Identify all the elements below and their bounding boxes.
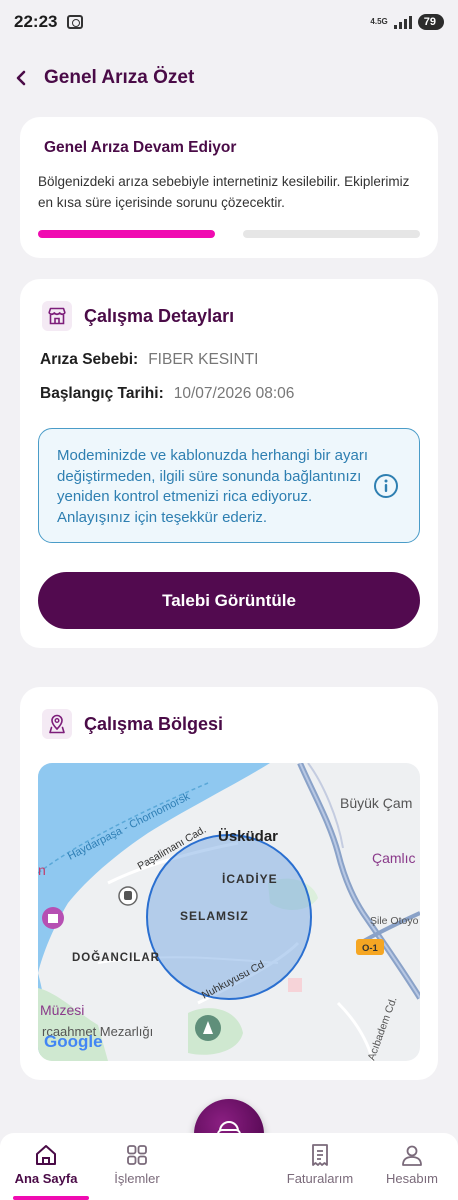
status-bar: 22:23 4.5G 79 — [0, 0, 458, 44]
map-label-buyuk-cam: Büyük Çam — [340, 795, 412, 811]
map-label-selamsiz: SELAMSIZ — [180, 909, 249, 923]
chevron-left-icon — [16, 70, 26, 86]
google-logo: Google — [44, 1032, 103, 1051]
map-label-o1: O-1 — [362, 943, 379, 954]
signal-icon — [393, 15, 412, 29]
map-label-sile: Şile Otoyo — [370, 915, 419, 927]
outage-title: Genel Arıza Devam Ediyor — [44, 139, 237, 156]
nav-label-home: Ana Sayfa — [14, 1171, 78, 1186]
storefront-icon — [42, 301, 72, 331]
details-title: Çalışma Detayları — [84, 305, 235, 326]
map-label-left-n: n — [38, 862, 46, 878]
map-label-dogancilar: DOĞANCILAR — [72, 951, 160, 964]
home-icon — [36, 1145, 56, 1165]
map-label-acibadem: Acıbadem Cd. — [366, 995, 400, 1061]
cause-label: Arıza Sebebi: — [40, 351, 139, 368]
nav-label-invoices: Faturalarım — [286, 1171, 354, 1186]
map-pin-icon — [42, 709, 72, 739]
nav-item-account[interactable]: Hesabım — [372, 1143, 452, 1186]
network-type: 4.5G — [370, 17, 388, 26]
bottom-navigation: Ana Sayfa İşlemler Faturalarım Hesabım — [0, 1133, 458, 1200]
nav-item-home[interactable]: Ana Sayfa — [6, 1143, 86, 1186]
nav-item-transactions[interactable]: İşlemler — [97, 1143, 177, 1186]
nav-label-account: Hesabım — [385, 1171, 439, 1186]
detail-row-start-date: Başlangıç Tarihi: 10/07/2026 08:06 — [40, 385, 418, 403]
info-icon — [374, 474, 398, 498]
invoice-icon — [312, 1144, 328, 1166]
cause-value: FIBER KESINTI — [148, 351, 259, 368]
outage-description: Bölgenizdeki arıza sebebiyle internetini… — [38, 174, 410, 210]
outage-status-card: Genel Arıza Devam Ediyor Bölgenizdeki ar… — [20, 117, 438, 258]
status-time: 22:23 — [14, 12, 58, 31]
start-date-label: Başlangıç Tarihi: — [40, 385, 164, 402]
battery-icon: 79 — [417, 14, 444, 30]
region-map[interactable]: Haydarpaşa - Chornomorsk Paşalimanı Cad.… — [38, 763, 420, 1061]
info-message-box: Modeminizde ve kablonuzda herhangi bir a… — [38, 428, 420, 543]
work-region-card: Çalışma Bölgesi Haydarpaşa - Chornomorsk… — [20, 687, 438, 1080]
start-date-value: 10/07/2026 08:06 — [173, 385, 295, 402]
outage-progress — [38, 230, 420, 238]
nav-label-transactions: İşlemler — [114, 1171, 160, 1186]
progress-segment — [243, 230, 420, 238]
region-section-header: Çalışma Bölgesi — [40, 709, 418, 739]
map-label-icadiye: İCADİYE — [222, 871, 278, 886]
user-icon — [402, 1145, 422, 1166]
progress-segment — [38, 230, 215, 238]
details-section-header: Çalışma Detayları — [40, 301, 418, 331]
nav-item-invoices[interactable]: Faturalarım — [280, 1143, 360, 1186]
region-title: Çalışma Bölgesi — [84, 713, 224, 734]
grid-icon — [127, 1145, 147, 1165]
page-header: Genel Arıza Özet — [0, 56, 458, 100]
detail-row-cause: Arıza Sebebi: FIBER KESINTI — [40, 351, 418, 369]
map-label-camlic: Çamlıc — [372, 850, 416, 866]
back-button[interactable] — [12, 69, 30, 87]
page-title: Genel Arıza Özet — [44, 67, 195, 88]
active-tab-indicator — [13, 1196, 89, 1200]
work-details-card: Çalışma Detayları Arıza Sebebi: FIBER KE… — [20, 279, 438, 648]
map-label-muzesi: Müzesi — [40, 1002, 84, 1018]
view-request-button[interactable]: Talebi Görüntüle — [38, 572, 420, 629]
map-label-uskudar: Üsküdar — [218, 828, 278, 845]
screenshot-icon — [67, 15, 84, 29]
status-indicators: 4.5G 79 — [370, 14, 444, 30]
info-message-text: Modeminizde ve kablonuzda herhangi bir a… — [57, 447, 369, 526]
